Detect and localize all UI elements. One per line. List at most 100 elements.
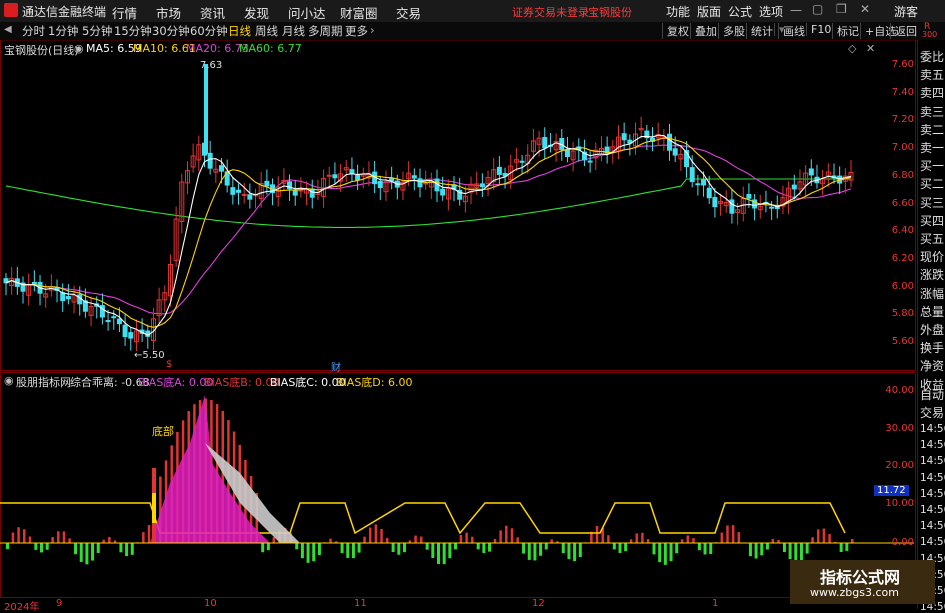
sub-bar-up (460, 535, 463, 543)
menu-gongshi[interactable]: 公式 (728, 3, 752, 20)
sidebar-item[interactable]: 卖二 (920, 121, 944, 138)
bias-d-step-line (0, 503, 845, 533)
sidebar-item[interactable]: 卖三 (920, 103, 944, 120)
menu-zixun[interactable]: 资讯 (200, 3, 225, 22)
tab-30min[interactable]: 30分钟 (152, 23, 190, 39)
sub-bar-up (329, 539, 332, 543)
candle-body (668, 134, 672, 150)
btn-huaxian[interactable]: 画线 (778, 23, 805, 39)
sidebar-item[interactable]: 委比 (920, 48, 944, 65)
sub-bar-down (74, 543, 77, 554)
sidebar-item[interactable]: 卖四 (920, 84, 944, 101)
candle-body (622, 134, 626, 140)
kline-chart-svg[interactable] (0, 40, 916, 610)
sidebar-item[interactable]: 外盘 (920, 321, 944, 338)
sub-bar-down (295, 543, 298, 549)
menu-caifuquan[interactable]: 财富圈 (340, 3, 378, 22)
btn-back[interactable]: 返回 (890, 23, 917, 39)
sidebar-item[interactable]: 换手 (920, 339, 944, 356)
sidebar-item[interactable]: 买三 (920, 194, 944, 211)
tab-1min[interactable]: 1分钟 (48, 23, 78, 39)
restore-icon[interactable]: ❐ (836, 2, 847, 16)
sidebar-item[interactable]: 买一 (920, 157, 944, 174)
sidebar-item[interactable]: 涨跌 (920, 266, 944, 283)
candle-body (696, 184, 700, 185)
sub-bar-down (307, 543, 310, 563)
tab-daily[interactable]: 日线 (228, 23, 251, 39)
tab-5min[interactable]: 5分钟 (82, 23, 112, 39)
sub-bar-down (392, 543, 395, 552)
sub-y-tick: 20.00 (880, 460, 914, 471)
minimize-icon[interactable]: — (790, 3, 802, 17)
btn-fuquan[interactable]: 复权 (662, 23, 689, 39)
tab-15min[interactable]: 15分钟 (114, 23, 152, 39)
sub-indicator (0, 395, 914, 565)
sidebar-item[interactable]: 买五 (920, 230, 944, 247)
candle-body (378, 181, 382, 187)
sidebar-item[interactable]: 卖一 (920, 139, 944, 156)
sub-bar-up (420, 537, 423, 543)
menu-banmian[interactable]: 版面 (697, 3, 721, 20)
menu-gongneng[interactable]: 功能 (666, 3, 690, 20)
candle-body (112, 317, 116, 318)
close-icon[interactable]: ✕ (860, 2, 870, 16)
app-title: 通达信金融终端 (22, 3, 106, 20)
tab-more[interactable]: 更多 (345, 23, 368, 39)
sidebar-item-trade[interactable]: 交易 (920, 404, 944, 421)
sub-bar-down (358, 543, 361, 553)
menu-faxian[interactable]: 发现 (244, 3, 269, 22)
candle-body (106, 321, 110, 322)
sub-bar-down (477, 543, 480, 549)
tab-weekly[interactable]: 周线 (255, 23, 278, 39)
btn-biaoji[interactable]: 标记 (832, 23, 859, 39)
sidebar-item[interactable]: 卖五 (920, 66, 944, 83)
sidebar-item[interactable]: 净资 (920, 357, 944, 374)
sub-bar-down (789, 543, 792, 559)
btn-f10[interactable]: F10 (806, 23, 831, 36)
sidebar-item[interactable]: 总量 (920, 303, 944, 320)
candle-body (129, 333, 133, 338)
menu-jiaoyi[interactable]: 交易 (396, 3, 421, 22)
tab-multi[interactable]: 多周期 (308, 23, 343, 39)
high-price-label: 7.63 (200, 60, 222, 71)
main-y-tick: 7.40 (880, 87, 914, 98)
sub-bar-up (465, 533, 468, 543)
sub-bar-down (312, 543, 315, 561)
sub-bar-down (85, 543, 88, 564)
tab-monthly[interactable]: 月线 (282, 23, 305, 39)
btn-tongji[interactable]: 统计 (746, 23, 773, 39)
x-label-9: 9 (56, 598, 62, 609)
sidebar-item[interactable]: 买四 (920, 212, 944, 229)
sub-bar-up (516, 537, 519, 543)
sub-bar-up (635, 533, 638, 543)
menu-xuanxiang[interactable]: 选项 (759, 3, 783, 20)
toolbar-prev-icon[interactable]: ◀ (4, 24, 12, 35)
candle-body (690, 168, 694, 182)
menu-wenxiaoda[interactable]: 问小达 (288, 3, 326, 22)
x-label-11: 11 (354, 598, 367, 609)
event-marker-cai[interactable]: 财 (331, 359, 341, 374)
event-marker-s[interactable]: $ (166, 359, 172, 370)
tab-60min[interactable]: 60分钟 (190, 23, 228, 39)
sidebar-item[interactable]: 买二 (920, 175, 944, 192)
menu-hangqing[interactable]: 行情 (112, 3, 137, 22)
trade-login-warning[interactable]: 证券交易未登录 (512, 4, 589, 20)
sidebar-time: 14:56 (920, 520, 945, 532)
sidebar-item[interactable]: 现价 (920, 248, 944, 265)
btn-duogu[interactable]: 多股 (718, 23, 745, 39)
x-label-12: 12 (532, 598, 545, 609)
sidebar-item-trade[interactable]: 自动 (920, 386, 944, 403)
btn-diejia[interactable]: 叠加 (690, 23, 717, 39)
sub-bar-down (573, 543, 576, 561)
maximize-icon[interactable]: ▢ (812, 2, 823, 16)
more-chevron-icon[interactable]: › (370, 23, 375, 37)
tab-fenshi[interactable]: 分时 (22, 23, 45, 39)
sub-bar-down (125, 543, 128, 556)
sidebar-item[interactable]: 涨幅 (920, 285, 944, 302)
menu-shichang[interactable]: 市场 (156, 3, 181, 22)
sub-bar-down (261, 543, 264, 552)
sidebar-time: 14:56 (920, 536, 945, 548)
sub-y-tick: 0.00 (880, 537, 914, 548)
guest-label[interactable]: 游客 (894, 3, 918, 20)
sub-bar-up (607, 535, 610, 543)
